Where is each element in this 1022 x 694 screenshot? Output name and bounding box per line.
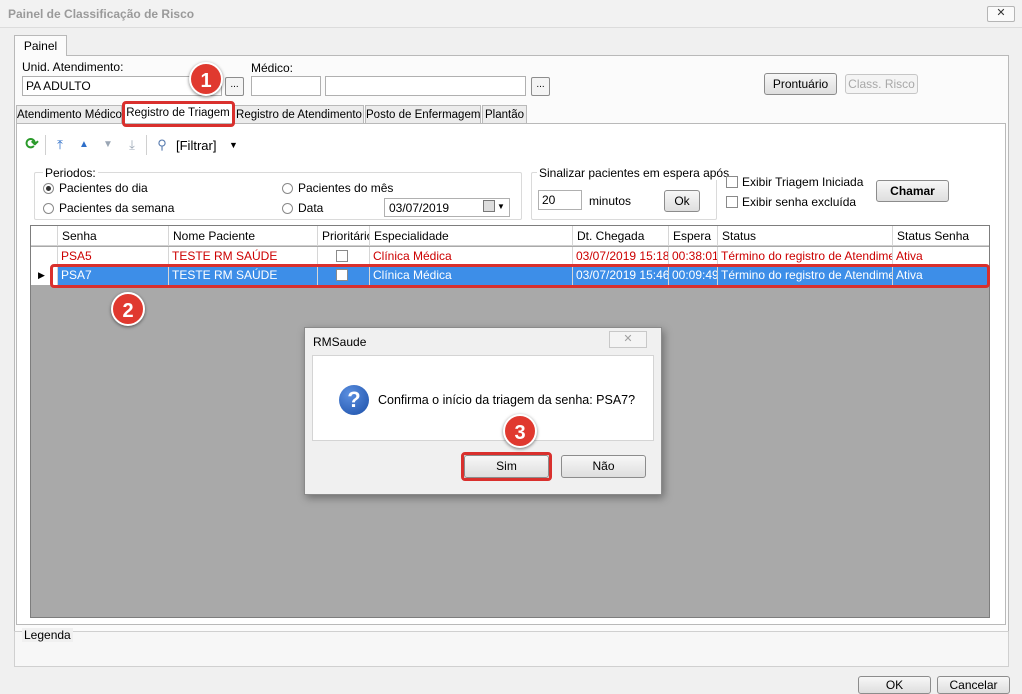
- toolbar-separator: [146, 135, 147, 155]
- radio-pacientes-dia[interactable]: [43, 183, 54, 194]
- header-prioritario[interactable]: Prioritário: [318, 226, 370, 246]
- highlight-selected-row: [50, 264, 990, 288]
- header-senha[interactable]: Senha: [58, 226, 169, 246]
- move-bottom-icon[interactable]: ⤓: [124, 137, 140, 153]
- ok-button[interactable]: OK: [858, 676, 931, 694]
- radio-pacientes-mes[interactable]: [282, 183, 293, 194]
- header-espera[interactable]: Espera: [669, 226, 718, 246]
- checkbox-triagem-iniciada-label: Exibir Triagem Iniciada: [742, 175, 864, 189]
- radio-pacientes-dia-label: Pacientes do dia: [59, 181, 148, 195]
- nao-button[interactable]: Não: [561, 455, 646, 478]
- header-indicator: [31, 226, 58, 246]
- medico-label: Médico:: [251, 61, 294, 75]
- periods-label: Periodos:: [43, 166, 98, 180]
- prontuario-button[interactable]: Prontuário: [764, 73, 837, 95]
- radio-pacientes-semana-label: Pacientes da semana: [59, 201, 175, 215]
- checkbox-triagem-iniciada[interactable]: [726, 176, 738, 188]
- checkbox-senha-excluida-label: Exibir senha excluída: [742, 195, 857, 209]
- class-risco-button[interactable]: Class. Risco: [845, 74, 918, 94]
- move-up-icon[interactable]: ▲: [76, 137, 92, 153]
- unid-atendimento-label: Unid. Atendimento:: [22, 60, 124, 74]
- minutes-label: minutos: [589, 194, 632, 208]
- medico-name-field[interactable]: [325, 76, 526, 96]
- radio-data-label: Data: [298, 201, 324, 215]
- calendar-icon[interactable]: [483, 200, 495, 212]
- header-status[interactable]: Status: [718, 226, 893, 246]
- tab-painel[interactable]: Painel: [14, 35, 67, 56]
- header-status-senha[interactable]: Status Senha: [893, 226, 989, 246]
- toolbar-separator: [45, 135, 46, 155]
- ok-small-button[interactable]: Ok: [664, 190, 700, 212]
- question-icon: ?: [339, 385, 369, 415]
- close-button[interactable]: ✕: [987, 6, 1015, 22]
- prioritario-checkbox[interactable]: [336, 250, 348, 262]
- dialog-close-button[interactable]: ✕: [609, 331, 647, 348]
- filter-dropdown-icon[interactable]: ▼: [229, 140, 238, 150]
- grid-header: Senha Nome Paciente Prioritário Especial…: [31, 226, 989, 246]
- legend-box: [14, 631, 1009, 667]
- radio-data[interactable]: [282, 203, 293, 214]
- filter-icon[interactable]: ⚲: [154, 137, 170, 153]
- radio-pacientes-mes-label: Pacientes do mês: [298, 181, 394, 195]
- annotation-badge-3: 3: [503, 414, 537, 448]
- highlight-registro-triagem: [122, 101, 235, 127]
- header-nome[interactable]: Nome Paciente: [169, 226, 318, 246]
- highlight-sim-button: [461, 452, 552, 481]
- signal-label: Sinalizar pacientes em espera após: [537, 166, 732, 180]
- dialog-body: ? Confirma o início da triagem da senha:…: [312, 355, 654, 441]
- tab-atendimento-medico[interactable]: Atendimento Médico: [16, 105, 122, 125]
- dialog-message: Confirma o início da triagem da senha: P…: [378, 393, 636, 407]
- date-dropdown-icon[interactable]: ▼: [497, 202, 505, 211]
- filter-button[interactable]: [Filtrar]: [176, 138, 216, 153]
- medico-lookup-button[interactable]: ...: [531, 77, 550, 96]
- move-down-icon[interactable]: ▼: [100, 137, 116, 153]
- tab-plantao[interactable]: Plantão: [482, 105, 527, 125]
- confirm-dialog: RMSaude ✕ ? Confirma o início da triagem…: [304, 327, 662, 495]
- cancelar-button[interactable]: Cancelar: [937, 676, 1010, 694]
- chamar-button[interactable]: Chamar: [876, 180, 949, 202]
- refresh-icon[interactable]: ⟳: [24, 137, 40, 153]
- tab-posto-enfermagem[interactable]: Posto de Enfermagem: [365, 105, 481, 125]
- header-chegada[interactable]: Dt. Chegada: [573, 226, 669, 246]
- checkbox-senha-excluida[interactable]: [726, 196, 738, 208]
- annotation-badge-1: 1: [189, 62, 223, 96]
- window-title: Painel de Classificação de Risco: [8, 7, 195, 21]
- header-especialidade[interactable]: Especialidade: [370, 226, 573, 246]
- annotation-badge-2: 2: [111, 292, 145, 326]
- date-value: 03/07/2019: [389, 201, 450, 215]
- unid-lookup-button[interactable]: ...: [225, 77, 244, 96]
- dialog-title: RMSaude: [313, 335, 367, 349]
- move-top-icon[interactable]: ⤒: [52, 137, 68, 153]
- minutes-input[interactable]: 20: [538, 190, 582, 210]
- legend-label: Legenda: [22, 628, 73, 642]
- medico-code-field[interactable]: [251, 76, 321, 96]
- radio-pacientes-semana[interactable]: [43, 203, 54, 214]
- tab-registro-atendimento[interactable]: Registro de Atendimento: [234, 105, 364, 125]
